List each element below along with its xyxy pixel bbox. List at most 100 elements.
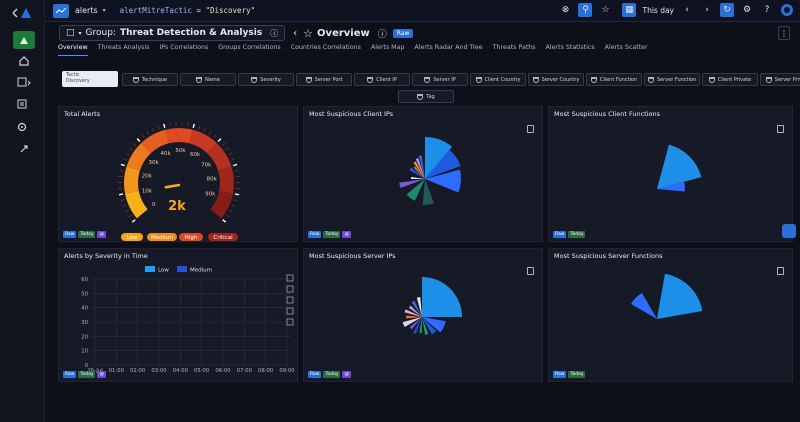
settings-icon[interactable]: ⚙ <box>740 3 754 17</box>
active-filter-chip[interactable]: Tactic Discovery <box>62 71 118 87</box>
favorite-star-icon[interactable]: ☆ <box>303 27 313 40</box>
x-tick-label: 02:00 <box>130 368 146 374</box>
filter-chip-server-private[interactable]: Server Private <box>760 73 800 86</box>
help-icon[interactable]: ? <box>760 3 774 17</box>
datasource-select[interactable]: alerts <box>75 6 98 15</box>
gauge-tick <box>122 204 127 207</box>
panel-tag[interactable]: Today <box>323 371 341 378</box>
panel-tag[interactable]: Raw <box>63 231 77 238</box>
panel-tag[interactable]: Raw <box>553 371 567 378</box>
gauge-tick <box>132 142 137 146</box>
panel-tag[interactable]: Raw <box>63 371 77 378</box>
dashboards-icon[interactable] <box>13 73 35 91</box>
group-chevron-icon: ▾ <box>78 29 82 37</box>
panel-tag[interactable]: Today <box>78 371 96 378</box>
panel-tag[interactable]: @ <box>342 231 351 238</box>
filter-chip-server-ip[interactable]: Server IP <box>412 73 468 86</box>
home-icon[interactable] <box>13 52 35 70</box>
rail-up-icon[interactable] <box>13 31 35 49</box>
time-previous-icon[interactable]: ‹ <box>680 3 694 17</box>
filter-chip-client-country[interactable]: Client Country <box>470 73 526 86</box>
panel-tag[interactable]: @ <box>342 371 351 378</box>
bar-type-icon[interactable] <box>286 296 294 304</box>
rose-slice[interactable] <box>657 273 703 319</box>
panel-tag[interactable]: @ <box>97 231 106 238</box>
filter-chip-server-port[interactable]: Server Port <box>296 73 352 86</box>
filter-icon <box>251 76 258 83</box>
user-avatar-icon[interactable] <box>780 3 794 17</box>
star-icon[interactable]: ☆ <box>598 3 612 17</box>
filter-chip-tag[interactable]: Tag <box>398 90 454 103</box>
query-input[interactable]: alertMitreTactic = "Discovery" <box>120 6 255 15</box>
gauge-band-segment <box>165 128 193 144</box>
filter-chip-name[interactable]: Name <box>180 73 236 86</box>
settings-gear-icon[interactable] <box>13 118 35 136</box>
panel-tag[interactable]: Raw <box>308 231 322 238</box>
panel-tag[interactable]: Raw <box>308 371 322 378</box>
gauge-tick <box>234 169 239 172</box>
time-range-label[interactable]: This day <box>642 6 674 15</box>
x-tick-label: 05:00 <box>194 368 210 374</box>
rose-slice[interactable] <box>416 297 422 317</box>
filter-chip-server-country[interactable]: Server Country <box>528 73 584 86</box>
panel-tag[interactable]: Raw <box>553 231 567 238</box>
tab-threats-analysis[interactable]: Threats Analysis <box>98 44 150 56</box>
tab-overview[interactable]: Overview <box>58 44 88 56</box>
gauge-tick <box>213 134 217 139</box>
filter-chip-server-function[interactable]: Server Function <box>644 73 700 86</box>
rose-slice[interactable] <box>657 144 702 189</box>
query-bar: alerts ▾ alertMitreTactic = "Discovery" … <box>45 0 800 22</box>
gauge-tick <box>125 209 130 213</box>
tab-countries-correlations[interactable]: Countries Correlations <box>291 44 361 56</box>
tab-alerts-map[interactable]: Alerts Map <box>371 44 405 56</box>
rose-slice[interactable] <box>422 277 462 317</box>
rose-slice[interactable] <box>631 293 657 319</box>
dashboard-info-icon[interactable]: ⓘ <box>378 27 387 40</box>
y-tick-label: 10 <box>81 349 88 355</box>
calendar-icon[interactable]: ▦ <box>622 3 637 17</box>
tab-alerts-statistics[interactable]: Alerts Statistics <box>546 44 595 56</box>
legend-label-medium: Medium <box>190 268 212 274</box>
back-chevron-icon[interactable]: ‹ <box>293 28 297 39</box>
datasource-chevron-icon[interactable]: ▾ <box>103 7 106 14</box>
x-tick-label: 03:00 <box>151 368 167 374</box>
tab-alerts-radar-and-tree[interactable]: Alerts Radar And Tree <box>414 44 482 56</box>
tab-threats-paths[interactable]: Threats Paths <box>493 44 536 56</box>
filter-chip-client-function[interactable]: Client Function <box>586 73 642 86</box>
time-next-icon[interactable]: › <box>700 3 714 17</box>
legend-swatch-low[interactable] <box>145 266 155 272</box>
gauge-tick <box>120 199 125 202</box>
rose-slice[interactable] <box>422 179 434 205</box>
more-menu-icon[interactable]: ⋮ <box>778 26 790 40</box>
rocket-icon[interactable] <box>13 140 35 158</box>
legend-swatch-medium[interactable] <box>177 266 187 272</box>
zoom-icon[interactable] <box>286 274 294 282</box>
filter-chip-label: Server Port <box>314 76 343 83</box>
panel-server-functions: Most Suspicious Server Functions Raw Toda… <box>548 248 793 382</box>
query-mode-icon[interactable] <box>53 3 69 18</box>
panel-tag[interactable]: @ <box>97 371 106 378</box>
panel-tag[interactable]: Today <box>568 231 586 238</box>
group-info-icon[interactable]: ⓘ <box>270 28 278 39</box>
group-selector[interactable]: □ ▾ Group: Threat Detection & Analysis ⓘ <box>59 25 286 41</box>
refresh-icon[interactable]: ↻ <box>720 3 734 17</box>
tab-ips-correlations[interactable]: IPs Correlations <box>159 44 208 56</box>
feedback-button[interactable] <box>782 224 796 238</box>
panel-tag[interactable]: Today <box>568 371 586 378</box>
app-logo-icon[interactable] <box>10 4 34 22</box>
stack-icon[interactable] <box>286 307 294 315</box>
clear-query-icon[interactable]: ⊗ <box>558 3 572 17</box>
tab-groups-correlations[interactable]: Groups Correlations <box>218 44 280 56</box>
panel-tag[interactable]: Today <box>323 231 341 238</box>
gauge-tick-label: 40k <box>161 151 172 157</box>
filter-chip-technique[interactable]: Technique <box>122 73 178 86</box>
search-icon[interactable]: ⚲ <box>578 3 593 17</box>
line-type-icon[interactable] <box>286 285 294 293</box>
filter-chip-client-private[interactable]: Client Private <box>702 73 758 86</box>
filter-chip-severity[interactable]: Severity <box>238 73 294 86</box>
tab-alerts-scatter[interactable]: Alerts Scatter <box>605 44 648 56</box>
x-tick-label: 04:00 <box>173 368 189 374</box>
filter-chip-client-ip[interactable]: Client IP <box>354 73 410 86</box>
reports-icon[interactable] <box>13 95 35 113</box>
panel-tag[interactable]: Today <box>78 231 96 238</box>
